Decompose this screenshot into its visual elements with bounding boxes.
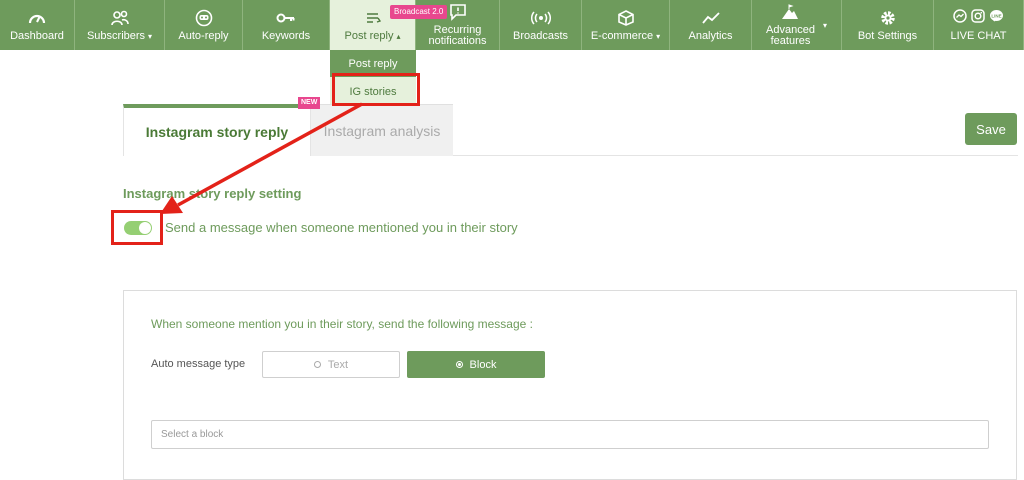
annotation-arrow: [160, 102, 363, 214]
